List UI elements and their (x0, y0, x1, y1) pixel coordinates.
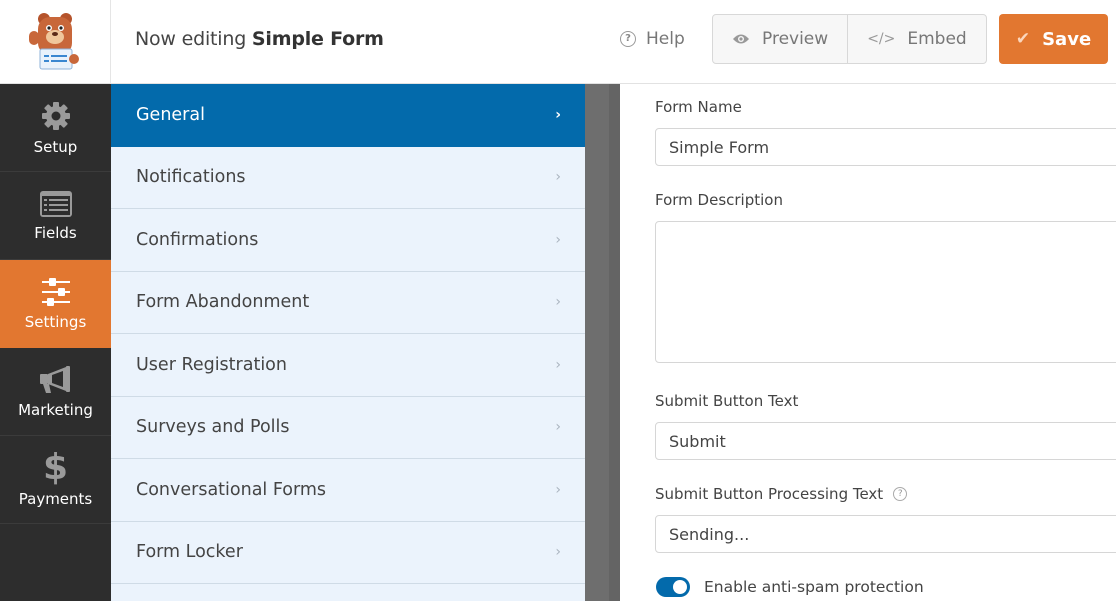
bear-mascot-icon (29, 13, 79, 70)
sidebar-label-fields: Fields (34, 223, 77, 242)
checkmark-icon: ✔ (1015, 29, 1031, 49)
settings-tab-confirmations[interactable]: Confirmations › (111, 209, 585, 272)
settings-tab-form-locker[interactable]: Form Locker › (111, 522, 585, 584)
form-name-value: Simple Form (669, 137, 770, 157)
chevron-right-icon: › (555, 544, 561, 561)
settings-tab-notifications[interactable]: Notifications › (111, 147, 585, 209)
sidebar-label-settings: Settings (24, 312, 87, 331)
chevron-right-icon: › (555, 294, 561, 311)
settings-tab-user-registration[interactable]: User Registration › (111, 334, 585, 397)
preview-embed-group: Preview </> Embed (712, 14, 987, 64)
settings-tab-general[interactable]: General › (111, 84, 585, 147)
antispam-toggle[interactable] (656, 577, 690, 597)
chevron-right-icon: › (555, 356, 561, 373)
sliders-icon (41, 277, 70, 306)
chevron-right-icon: › (555, 169, 561, 186)
toggle-knob (673, 580, 687, 594)
form-description-label: Form Description (655, 191, 783, 209)
processing-text-input[interactable]: Sending... (655, 515, 1116, 553)
preview-label: Preview (762, 29, 829, 49)
page-title: Now editing Simple Form (135, 28, 384, 50)
save-button[interactable]: ✔ Save (999, 14, 1108, 64)
settings-panel: General › Notifications › Confirmations … (111, 84, 585, 601)
code-icon: </> (867, 31, 896, 47)
settings-tab-label: Form Abandonment (136, 292, 310, 313)
gear-icon (41, 101, 70, 130)
sidebar-item-marketing[interactable]: Marketing (0, 348, 111, 436)
settings-tab-form-abandonment[interactable]: Form Abandonment › (111, 272, 585, 334)
processing-text-value: Sending... (669, 524, 750, 544)
sidebar-label-payments: Payments (18, 489, 93, 508)
save-label: Save (1042, 28, 1092, 50)
settings-tab-label: Form Locker (136, 542, 243, 563)
submit-button-text-label-text: Submit Button Text (655, 392, 799, 410)
sidebar-item-setup[interactable]: Setup (0, 84, 111, 172)
form-name-title: Simple Form (251, 28, 384, 50)
title-prefix: Now editing (135, 28, 247, 50)
help-icon: ? (620, 31, 636, 47)
settings-tab-label: General (136, 104, 205, 125)
builder-sidebar: Setup Fields Settings Marketing $ Paymen… (0, 84, 111, 601)
form-name-label: Form Name (655, 98, 742, 116)
submit-button-text-input[interactable]: Submit (655, 422, 1116, 460)
preview-button[interactable]: Preview (713, 15, 847, 63)
megaphone-icon (39, 365, 70, 393)
eye-icon (733, 34, 749, 44)
settings-tab-label: Surveys and Polls (136, 417, 290, 438)
sidebar-item-fields[interactable]: Fields (0, 172, 111, 260)
help-tooltip-icon[interactable]: ? (893, 487, 908, 501)
chevron-right-icon: › (555, 231, 561, 248)
form-description-label-text: Form Description (655, 191, 783, 209)
help-label: Help (646, 29, 685, 49)
submit-button-text-label: Submit Button Text (655, 392, 798, 410)
form-name-input[interactable]: Simple Form (655, 128, 1116, 166)
sidebar-label-marketing: Marketing (18, 400, 93, 419)
list-icon (39, 190, 72, 217)
processing-text-label: Submit Button Processing Text ? (655, 485, 908, 503)
chevron-right-icon: › (555, 419, 561, 436)
settings-tab-label: User Registration (136, 354, 287, 375)
sidebar-label-setup: Setup (33, 137, 78, 156)
help-button[interactable]: ? Help (620, 29, 685, 49)
settings-tab-label: Conversational Forms (136, 479, 327, 500)
embed-label: Embed (907, 29, 967, 49)
chevron-right-icon: › (555, 106, 561, 123)
sidebar-item-payments[interactable]: $ Payments (0, 436, 111, 524)
general-settings-form: Form Name Simple Form Form Description S… (620, 84, 1116, 601)
form-description-textarea[interactable] (655, 221, 1116, 363)
scrollbar-thumb[interactable] (609, 84, 620, 601)
wpforms-logo (0, 0, 111, 84)
antispam-toggle-row: Enable anti-spam protection (656, 577, 924, 597)
processing-text-label-text: Submit Button Processing Text (655, 485, 884, 503)
top-header: Now editing Simple Form ? Help Preview <… (0, 0, 1116, 84)
panel-scrollbar[interactable] (585, 84, 620, 601)
embed-button[interactable]: </> Embed (847, 15, 986, 63)
settings-tab-label: Confirmations (136, 229, 259, 250)
sidebar-item-settings[interactable]: Settings (0, 260, 111, 348)
chevron-right-icon: › (555, 481, 561, 498)
antispam-label: Enable anti-spam protection (704, 578, 924, 596)
settings-tab-surveys-polls[interactable]: Surveys and Polls › (111, 397, 585, 459)
settings-tab-label: Notifications (136, 167, 246, 188)
form-name-label-text: Form Name (655, 98, 742, 116)
submit-button-text-value: Submit (669, 431, 726, 451)
settings-tab-conversational-forms[interactable]: Conversational Forms › (111, 459, 585, 522)
dollar-icon: $ (42, 446, 69, 488)
